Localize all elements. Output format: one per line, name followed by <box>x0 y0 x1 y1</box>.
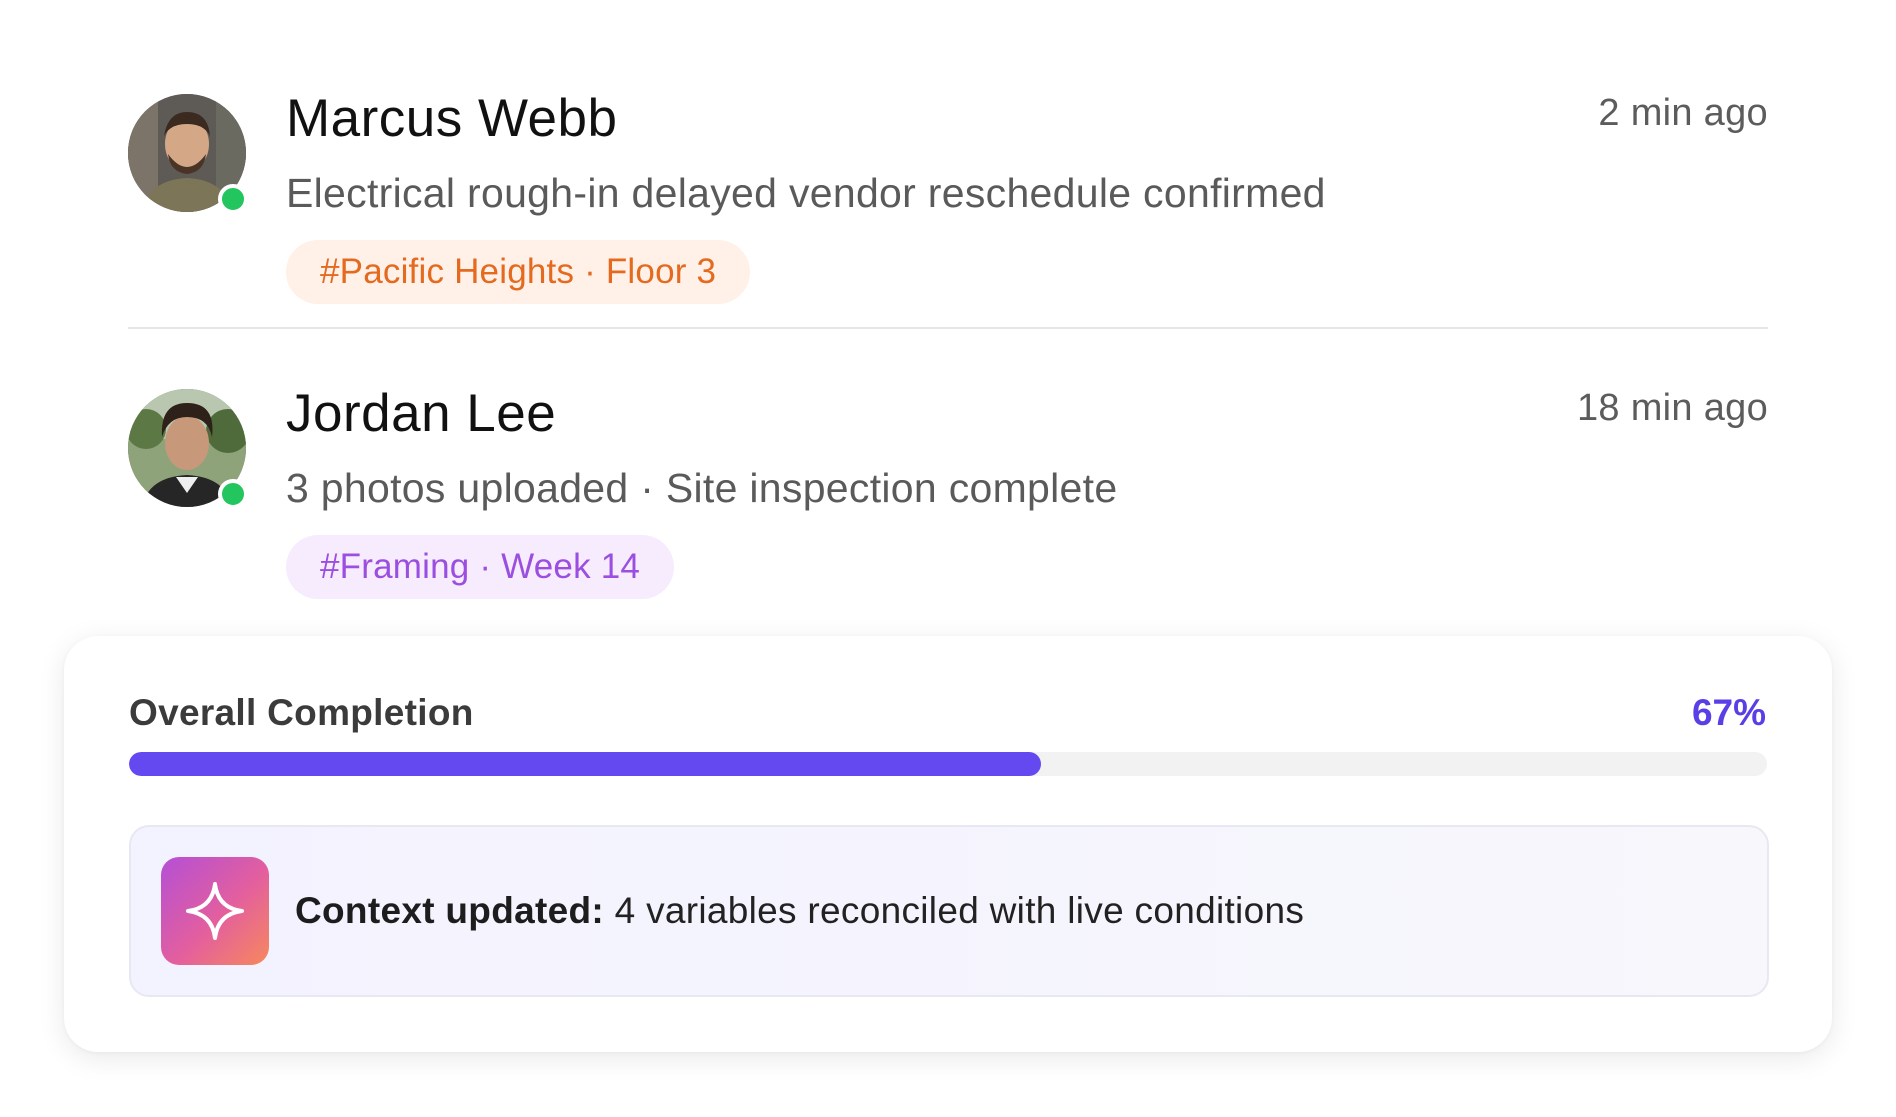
activity-feed: Marcus Webb Electrical rough-in delayed … <box>128 70 1768 599</box>
user-name[interactable]: Marcus Webb <box>286 92 1768 145</box>
user-name[interactable]: Jordan Lee <box>286 387 1768 440</box>
activity-item[interactable]: Jordan Lee 3 photos uploaded · Site insp… <box>128 365 1768 599</box>
progress-percentage: 67% <box>1691 692 1766 733</box>
project-tag[interactable]: #Framing · Week 14 <box>286 535 675 599</box>
timestamp: 18 min ago <box>1576 387 1768 429</box>
timestamp: 2 min ago <box>1598 92 1768 134</box>
activity-message: 3 photos uploaded · Site inspection comp… <box>286 465 1118 511</box>
activity-item[interactable]: Marcus Webb Electrical rough-in delayed … <box>128 70 1768 329</box>
online-status-indicator <box>218 479 248 509</box>
progress-bar-fill <box>129 752 1042 776</box>
progress-label: Overall Completion <box>129 692 474 733</box>
notice-detail: 4 variables reconciled with live conditi… <box>614 890 1305 931</box>
notice-title: Context updated: <box>295 890 605 931</box>
activity-message: Electrical rough-in delayed vendor resch… <box>286 170 1326 216</box>
notice-message: Context updated: 4 variables reconciled … <box>295 890 1304 932</box>
progress-bar <box>129 752 1767 776</box>
project-tag[interactable]: #Pacific Heights · Floor 3 <box>286 240 751 304</box>
context-update-notice[interactable]: Context updated: 4 variables reconciled … <box>129 825 1769 997</box>
avatar[interactable] <box>128 389 248 509</box>
sparkle-icon <box>161 857 269 965</box>
online-status-indicator <box>218 184 248 214</box>
completion-card: Overall Completion 67% Context updated: … <box>64 636 1832 1052</box>
avatar[interactable] <box>128 94 248 214</box>
